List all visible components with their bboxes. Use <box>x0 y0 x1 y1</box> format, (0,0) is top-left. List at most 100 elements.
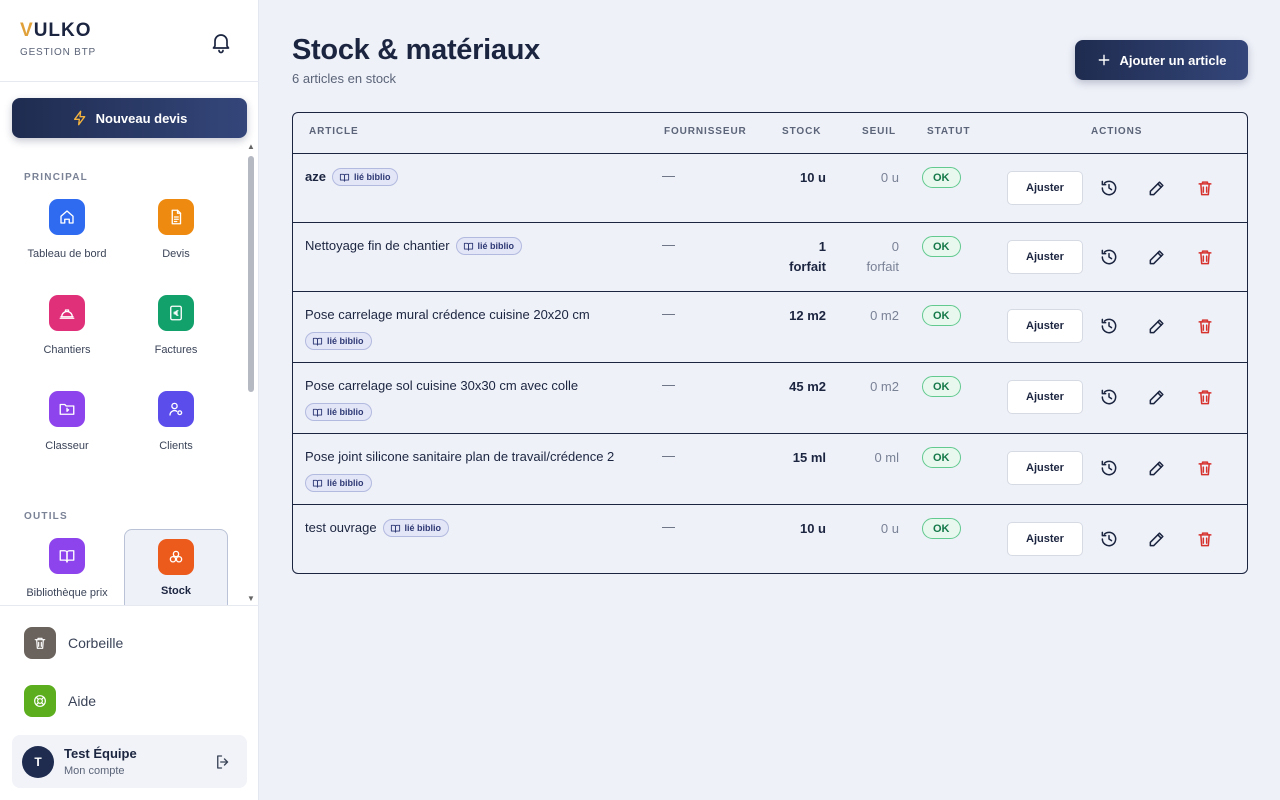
history-icon[interactable] <box>1099 387 1119 407</box>
nav-item-factures[interactable]: Factures <box>124 295 228 371</box>
scrollbar-thumb[interactable] <box>248 156 254 392</box>
page-subtitle: 6 articles en stock <box>292 71 397 86</box>
adjust-button[interactable]: Ajuster <box>1007 522 1083 556</box>
new-quote-label: Nouveau devis <box>95 110 188 126</box>
article-name[interactable]: Pose carrelage mural crédence cuisine 20… <box>305 307 590 322</box>
book-icon <box>312 478 323 489</box>
table-row: Pose carrelage sol cuisine 30x30 cm avec… <box>293 363 1247 434</box>
status-badge: OK <box>922 376 961 397</box>
column-header-stock[interactable]: STOCK <box>782 126 821 137</box>
nav-item-chantiers[interactable]: Chantiers <box>15 295 119 371</box>
nav-item-label: Stock <box>161 585 191 597</box>
divider <box>0 81 259 82</box>
supplier-cell: — <box>662 519 675 534</box>
supplier-cell: — <box>662 448 675 463</box>
avatar: T <box>22 746 54 778</box>
column-header-supplier[interactable]: FOURNISSEUR <box>664 126 747 137</box>
section-label-outils: OUTILS <box>24 511 68 522</box>
article-cell: Pose carrelage mural crédence cuisine 20… <box>305 306 650 350</box>
threshold-cell: 0 m2 <box>870 379 899 394</box>
status-badge: OK <box>922 305 961 326</box>
edit-pencil-icon[interactable] <box>1147 178 1167 198</box>
stock-cell: 10 u <box>799 170 826 185</box>
article-name[interactable]: aze <box>305 169 326 184</box>
history-icon[interactable] <box>1099 178 1119 198</box>
book-icon <box>312 407 323 418</box>
history-icon[interactable] <box>1099 247 1119 267</box>
brand-logo[interactable]: VULKO GESTION BTP <box>20 21 96 59</box>
article-name[interactable]: Nettoyage fin de chantier <box>305 238 450 253</box>
stock-cell: 15 ml <box>792 450 826 465</box>
linked-library-badge: lié biblio <box>331 168 399 186</box>
account-subtitle: Mon compte <box>64 765 125 777</box>
column-header-threshold[interactable]: SEUIL <box>862 126 896 137</box>
edit-pencil-icon[interactable] <box>1147 458 1167 478</box>
new-quote-button[interactable]: Nouveau devis <box>12 98 247 138</box>
account-card[interactable]: T Test Équipe Mon compte <box>12 735 247 788</box>
adjust-button[interactable]: Ajuster <box>1007 240 1083 274</box>
article-name[interactable]: Pose carrelage sol cuisine 30x30 cm avec… <box>305 378 578 393</box>
delete-trash-icon[interactable] <box>1195 458 1215 478</box>
delete-trash-icon[interactable] <box>1195 316 1215 336</box>
add-article-button[interactable]: Ajouter un article <box>1075 40 1248 80</box>
nav-scroll-area: PRINCIPAL Tableau de bord Devis Chantiers Fa… <box>0 150 259 605</box>
nav-item-label: Factures <box>154 344 198 356</box>
home-icon <box>49 199 85 235</box>
edit-pencil-icon[interactable] <box>1147 529 1167 549</box>
adjust-button[interactable]: Ajuster <box>1007 171 1083 205</box>
euro-invoice-icon <box>158 295 194 331</box>
nav-item-devis[interactable]: Devis <box>124 199 228 275</box>
nav-item-label: Clients <box>159 440 193 452</box>
nav-item-label: Aide <box>68 693 97 709</box>
nav-item-label: Devis <box>162 248 190 260</box>
nav-item-bibliotheque-prix[interactable]: Bibliothèque prix <box>15 538 119 605</box>
nav-item-clients[interactable]: Clients <box>124 391 228 467</box>
history-icon[interactable] <box>1099 316 1119 336</box>
boxes-icon <box>158 539 194 575</box>
article-name[interactable]: Pose joint silicone sanitaire plan de tr… <box>305 449 614 464</box>
document-icon <box>158 199 194 235</box>
history-icon[interactable] <box>1099 529 1119 549</box>
adjust-button[interactable]: Ajuster <box>1007 309 1083 343</box>
nav-item-classeur[interactable]: Classeur <box>15 391 119 467</box>
nav-item-label: Corbeille <box>68 635 124 651</box>
badge-label: lié biblio <box>327 336 364 346</box>
column-header-status[interactable]: STATUT <box>927 126 970 137</box>
nav-item-label: Chantiers <box>43 344 91 356</box>
badge-label: lié biblio <box>477 241 515 251</box>
delete-trash-icon[interactable] <box>1195 247 1215 267</box>
article-name[interactable]: test ouvrage <box>305 520 377 535</box>
bell-icon[interactable] <box>209 30 233 54</box>
nav-item-label: Tableau de bord <box>27 248 107 260</box>
table-row: aze lié biblio — 10 u 0 u OK Ajuster <box>293 154 1247 223</box>
nav-item-aide[interactable]: Aide <box>24 685 96 717</box>
book-icon <box>463 241 474 252</box>
linked-library-badge: lié biblio <box>305 474 372 492</box>
threshold-cell: 0 u <box>880 170 899 185</box>
threshold-cell: 0 m2 <box>870 308 899 323</box>
nav-item-corbeille[interactable]: Corbeille <box>24 627 123 659</box>
book-icon <box>339 172 350 183</box>
sidebar: VULKO GESTION BTP Nouveau devis PRINCIPA… <box>0 0 259 800</box>
column-header-article[interactable]: ARTICLE <box>309 126 359 137</box>
nav-item-tableau-de-bord[interactable]: Tableau de bord <box>15 199 119 275</box>
status-badge: OK <box>922 447 961 468</box>
edit-pencil-icon[interactable] <box>1147 247 1167 267</box>
scroll-down-arrow[interactable]: ▼ <box>246 594 256 604</box>
edit-pencil-icon[interactable] <box>1147 387 1167 407</box>
article-cell: Pose joint silicone sanitaire plan de tr… <box>305 448 650 492</box>
edit-pencil-icon[interactable] <box>1147 316 1167 336</box>
nav-item-stock[interactable]: Stock <box>124 529 228 605</box>
article-cell: Nettoyage fin de chantier lié biblio <box>305 237 650 255</box>
history-icon[interactable] <box>1099 458 1119 478</box>
linked-library-badge: lié biblio <box>305 403 372 421</box>
logout-icon[interactable] <box>214 753 232 771</box>
table-row: Pose carrelage mural crédence cuisine 20… <box>293 292 1247 363</box>
delete-trash-icon[interactable] <box>1195 529 1215 549</box>
delete-trash-icon[interactable] <box>1195 178 1215 198</box>
scroll-up-arrow[interactable]: ▲ <box>246 142 256 152</box>
adjust-button[interactable]: Ajuster <box>1007 451 1083 485</box>
delete-trash-icon[interactable] <box>1195 387 1215 407</box>
adjust-button[interactable]: Ajuster <box>1007 380 1083 414</box>
stock-table: ARTICLE FOURNISSEUR STOCK SEUIL STATUT A… <box>292 112 1248 574</box>
